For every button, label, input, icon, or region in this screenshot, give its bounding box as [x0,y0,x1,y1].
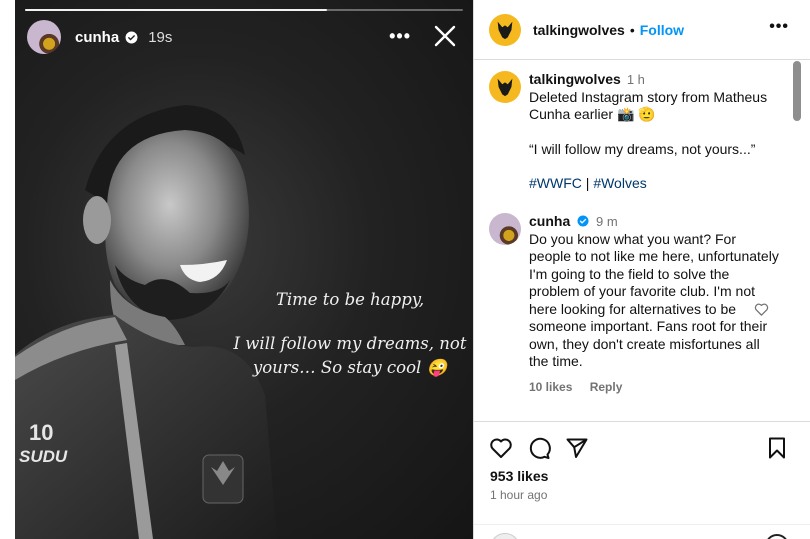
header-username[interactable]: talkingwolves [533,22,625,38]
likes-count[interactable]: 953 likes [490,468,548,484]
avatar [490,533,520,539]
comment: cunha 9 m Do you know what you want? For… [489,213,789,396]
verified-icon [125,31,138,43]
jersey-number: 10 [29,420,53,445]
caption-quote: “I will follow my dreams, not yours...” [529,140,756,157]
story-username[interactable]: cunha [75,29,119,46]
caption-hashtags: #WWFC | #Wolves [529,175,781,193]
bookmark-icon[interactable] [765,436,789,460]
story-viewer[interactable]: cunha 19s ••• 10 SUDU Time to be happy, … [15,0,473,539]
jersey-brand: SUDU [19,447,68,466]
instagram-post-view: cunha 19s ••• 10 SUDU Time to be happy, … [0,0,810,539]
add-comment-bar [474,524,810,539]
hashtag-link[interactable]: #WWFC [529,175,582,191]
hashtag-link[interactable]: #Wolves [593,175,646,191]
post-panel: talkingwolves • Follow ••• talkingwolves… [473,0,810,539]
story-progress-fill [25,9,328,11]
avatar[interactable] [489,13,521,46]
heart-icon[interactable] [489,436,513,460]
comment-time: 9 m [596,214,618,229]
avatar[interactable] [27,20,61,54]
caption-username[interactable]: talkingwolves [529,71,621,87]
story-time: 19s [148,28,173,46]
comment-meta: 10 likes Reply [529,379,781,397]
share-icon[interactable] [565,436,589,460]
verified-icon [577,215,589,227]
follow-button[interactable]: Follow [640,22,684,38]
scrollbar[interactable] [793,61,801,121]
reply-button[interactable]: Reply [590,380,623,394]
story-progress-bar [25,9,463,11]
close-icon[interactable] [433,24,457,48]
wolf-logo-icon [497,78,513,97]
like-comment-heart-icon[interactable] [754,302,769,317]
more-options-icon[interactable]: ••• [389,26,411,47]
comment-icon[interactable] [527,436,551,460]
post-actions: 953 likes 1 hour ago [474,421,810,539]
action-icons [489,436,589,460]
story-header: cunha 19s ••• [27,20,463,54]
separator-dot: • [629,21,635,38]
caption-text: Deleted Instagram story from Matheus Cun… [529,88,768,123]
comment-text: Do you know what you want? For people to… [529,230,779,370]
emoji-icon[interactable] [765,534,789,539]
post-age: 1 hour ago [490,488,548,502]
hashtag-separator: | [581,175,594,191]
caption-time: 1 h [626,72,645,87]
avatar[interactable] [489,213,521,245]
bookmark-button[interactable] [765,436,789,465]
avatar[interactable] [489,71,521,103]
more-options-icon[interactable]: ••• [769,18,789,36]
post-caption: talkingwolves 1 h Deleted Instagram story… [489,71,789,193]
story-caption: Time to be happy, I will follow my dream… [230,288,470,400]
comments-scroll-area[interactable]: talkingwolves 1 h Deleted Instagram story… [474,61,810,421]
post-header: talkingwolves • Follow ••• [474,0,810,60]
comment-likes[interactable]: 10 likes [529,380,572,394]
comment-username[interactable]: cunha [529,213,570,229]
wolf-logo-icon [497,21,513,39]
story-caption-line2: I will follow my dreams, not yours… So s… [233,334,467,377]
story-caption-line1: Time to be happy, [275,290,425,309]
